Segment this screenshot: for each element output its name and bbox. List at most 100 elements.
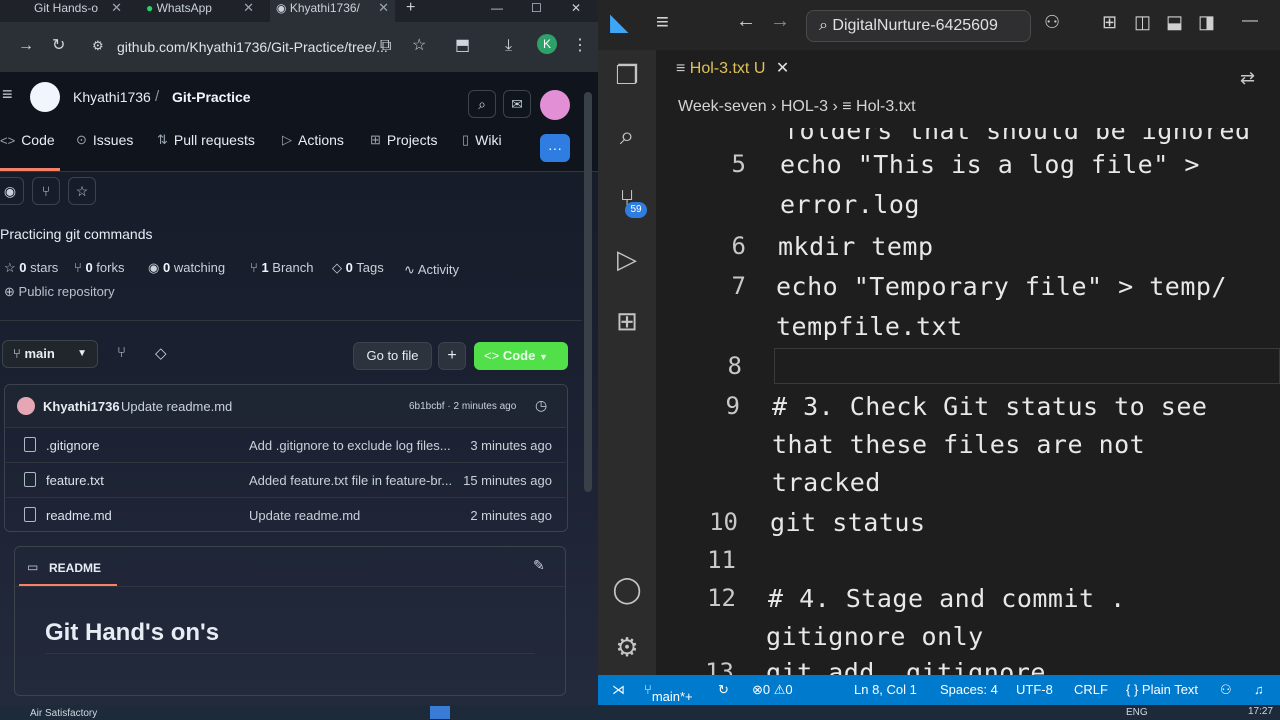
file-row[interactable]: .gitignore Add .gitignore to exclude log… bbox=[6, 427, 566, 461]
reload-icon[interactable]: ↻ bbox=[52, 36, 65, 56]
forward-arrow-icon[interactable]: → bbox=[770, 10, 790, 33]
compare-changes-icon[interactable]: ⇄ bbox=[1240, 68, 1255, 89]
search-icon[interactable]: ⌕ bbox=[468, 90, 496, 118]
close-icon[interactable]: ✕ bbox=[243, 0, 254, 16]
eol-status[interactable]: CRLF bbox=[1074, 682, 1108, 697]
branch-status[interactable]: ⑂ main*+ bbox=[644, 682, 693, 704]
inbox-icon[interactable]: ✉ bbox=[503, 90, 531, 118]
settings-gear-icon[interactable]: ⚙ bbox=[610, 630, 644, 664]
branch-select[interactable]: ⑂ main ▼ bbox=[2, 340, 98, 368]
extensions-icon[interactable]: ⊞ bbox=[610, 304, 644, 338]
add-file-button[interactable]: + bbox=[438, 342, 466, 370]
code-line[interactable]: # 4. Stage and commit . bbox=[768, 584, 1126, 613]
copilot-icon[interactable]: ⚇ bbox=[1044, 12, 1060, 33]
remote-icon[interactable]: ⋊ bbox=[612, 682, 625, 698]
commit-message[interactable]: Update readme.md bbox=[121, 399, 232, 414]
author-avatar[interactable] bbox=[17, 397, 35, 415]
input-language[interactable]: ENG bbox=[1126, 707, 1148, 718]
more-tabs-button[interactable]: ··· bbox=[540, 134, 570, 162]
clock[interactable]: 17:27 bbox=[1248, 706, 1273, 717]
command-center-search[interactable]: ⌕ DigitalNurture-6425609 bbox=[806, 10, 1031, 42]
browser-menu-icon[interactable]: ⋮ bbox=[572, 36, 588, 56]
tab-actions[interactable]: ▷ Actions bbox=[282, 132, 344, 148]
code-line[interactable]: echo "Temporary file" > temp/ bbox=[776, 272, 1227, 301]
toggle-sidebar-icon[interactable]: ◫ bbox=[1134, 12, 1151, 33]
watch-eye-icon[interactable]: ◉ bbox=[0, 177, 24, 205]
file-name[interactable]: feature.txt bbox=[46, 473, 104, 488]
branch-count[interactable]: ⑂ 1 Branch bbox=[250, 260, 314, 275]
fork-icon[interactable]: ⑂ bbox=[32, 177, 60, 205]
toggle-secondary-sidebar-icon[interactable]: ◨ bbox=[1198, 12, 1215, 33]
breadcrumb-item[interactable]: Week-seven bbox=[678, 98, 767, 115]
code-line[interactable]: mkdir temp bbox=[778, 232, 934, 261]
back-arrow-icon[interactable]: ← bbox=[736, 10, 756, 33]
file-name[interactable]: readme.md bbox=[46, 508, 112, 523]
customize-layout-icon[interactable]: ⊞ bbox=[1102, 12, 1117, 33]
page-scrollbar[interactable] bbox=[584, 92, 592, 492]
commit-hash-time[interactable]: 6b1bcbf · 2 minutes ago bbox=[409, 401, 516, 412]
minimize-icon[interactable]: — bbox=[485, 0, 509, 22]
profile-avatar[interactable]: K bbox=[537, 34, 557, 54]
menu-icon[interactable]: ≡ bbox=[656, 9, 669, 35]
file-commit-message[interactable]: Added feature.txt file in feature-br... bbox=[249, 473, 454, 488]
window-close-icon[interactable]: ✕ bbox=[565, 0, 587, 22]
tab-pull-requests[interactable]: ⇅ Pull requests bbox=[157, 132, 255, 148]
account-icon[interactable]: ◯ bbox=[610, 572, 644, 606]
close-icon[interactable]: ✕ bbox=[776, 60, 789, 77]
run-debug-icon[interactable]: ▷ bbox=[610, 242, 644, 276]
tags-icon[interactable]: ◇ bbox=[155, 344, 167, 362]
tab-projects[interactable]: ⊞ Projects bbox=[370, 132, 437, 148]
watching-count[interactable]: ◉ 0 watching bbox=[148, 260, 225, 276]
code-line[interactable]: that these files are not bbox=[772, 430, 1145, 459]
tab-code[interactable]: <> Code bbox=[0, 132, 55, 148]
start-button[interactable] bbox=[430, 706, 450, 719]
code-line[interactable]: tempfile.txt bbox=[776, 312, 963, 341]
explorer-icon[interactable]: ❐ bbox=[610, 58, 644, 92]
browser-tab-2[interactable]: ● WhatsApp ✕ bbox=[140, 0, 260, 22]
code-dropdown-button[interactable]: <> Code ▼ bbox=[474, 342, 568, 370]
code-line[interactable]: error.log bbox=[780, 190, 920, 219]
indentation-status[interactable]: Spaces: 4 bbox=[940, 682, 998, 697]
weather-widget[interactable]: Air Satisfactory bbox=[30, 708, 97, 719]
tab-issues[interactable]: ⊙ Issues bbox=[76, 132, 133, 148]
url-field[interactable]: github.com/Khyathi1736/Git-Practice/tree… bbox=[117, 34, 445, 60]
download-icon[interactable]: ⤓ bbox=[505, 36, 512, 56]
star-icon[interactable]: ☆ bbox=[68, 177, 96, 205]
code-line[interactable]: tracked bbox=[772, 468, 881, 497]
go-to-file-button[interactable]: Go to file bbox=[353, 342, 432, 370]
language-mode[interactable]: { } Plain Text bbox=[1126, 682, 1198, 697]
copilot-status-icon[interactable]: ⚇ bbox=[1220, 682, 1232, 698]
sync-icon[interactable]: ↻ bbox=[718, 682, 729, 698]
file-name[interactable]: .gitignore bbox=[46, 438, 99, 453]
code-line[interactable]: # 3. Check Git status to see bbox=[772, 392, 1207, 421]
code-line[interactable]: git status bbox=[770, 508, 926, 537]
minimize-icon[interactable]: — bbox=[1242, 12, 1258, 30]
tags-count[interactable]: ◇ 0 Tags bbox=[332, 260, 384, 276]
commit-author[interactable]: Khyathi1736 bbox=[43, 399, 120, 414]
breadcrumb-item[interactable]: HOL-3 bbox=[781, 98, 828, 115]
close-icon[interactable]: ✕ bbox=[111, 0, 122, 16]
site-info-icon[interactable]: ⚙ bbox=[92, 36, 104, 56]
bookmark-star-icon[interactable]: ☆ bbox=[412, 36, 426, 56]
toggle-panel-icon[interactable]: ⬓ bbox=[1166, 12, 1183, 33]
browser-tab-1[interactable]: Git Hands-o ✕ bbox=[28, 0, 128, 22]
file-commit-message[interactable]: Add .gitignore to exclude log files... bbox=[249, 438, 454, 453]
new-tab-button[interactable]: + bbox=[400, 0, 424, 22]
forward-icon[interactable]: → bbox=[18, 36, 34, 56]
file-commit-message[interactable]: Update readme.md bbox=[249, 508, 454, 523]
problems-status[interactable]: ⊗0 ⚠0 bbox=[752, 682, 793, 698]
browser-tab-3[interactable]: ◉ Khyathi1736/ ✕ bbox=[270, 0, 395, 22]
branches-icon[interactable]: ⑂ bbox=[117, 344, 126, 361]
edit-pencil-icon[interactable]: ✎ bbox=[533, 557, 545, 574]
repo-name-link[interactable]: Git-Practice bbox=[172, 89, 251, 105]
search-icon[interactable]: ⌕ bbox=[610, 118, 644, 152]
user-avatar[interactable] bbox=[540, 90, 570, 120]
github-logo-icon[interactable] bbox=[30, 82, 60, 112]
breadcrumb-item[interactable]: Hol-3.txt bbox=[856, 98, 916, 115]
file-row[interactable]: readme.md Update readme.md 2 minutes ago bbox=[6, 497, 566, 531]
extensions-icon[interactable]: ⬒ bbox=[455, 36, 470, 56]
cursor-position[interactable]: Ln 8, Col 1 bbox=[854, 682, 917, 697]
file-row[interactable]: feature.txt Added feature.txt file in fe… bbox=[6, 462, 566, 496]
maximize-icon[interactable]: ☐ bbox=[525, 0, 548, 22]
code-line[interactable]: gitignore only bbox=[766, 622, 984, 651]
